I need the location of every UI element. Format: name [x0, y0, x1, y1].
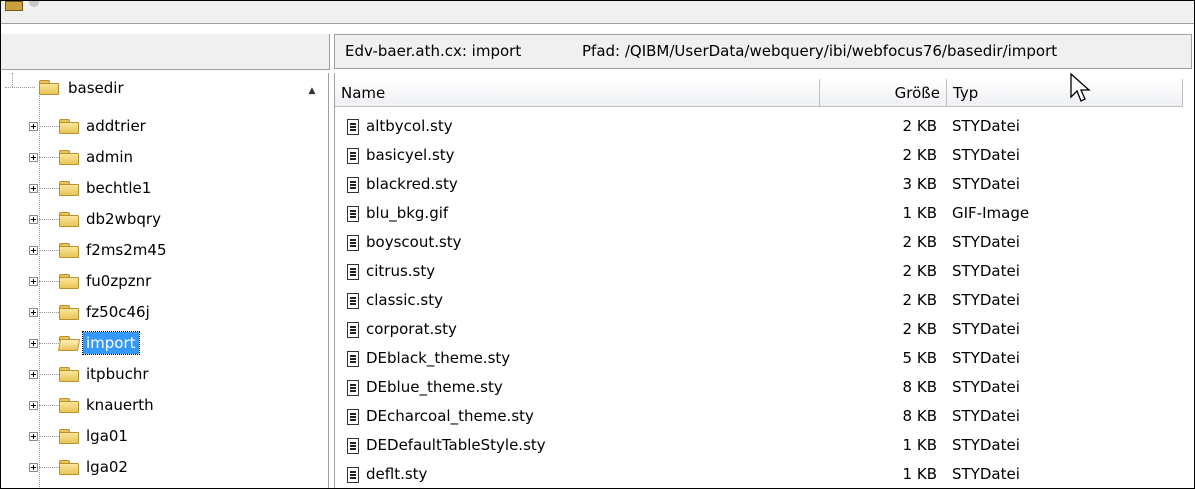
column-header-name[interactable]: Name — [335, 79, 820, 107]
tree-item-f2ms2m45[interactable]: f2ms2m45 — [83, 239, 170, 261]
tree-header — [1, 34, 330, 70]
folder-icon — [59, 181, 79, 196]
tree-item-basedir[interactable]: basedir — [65, 77, 127, 99]
folder-icon — [39, 80, 59, 95]
folder-icon — [59, 119, 79, 134]
expand-toggle-icon[interactable] — [29, 184, 38, 193]
file-type: STYDatei — [952, 407, 1020, 425]
file-row[interactable]: boyscout.sty 2 KB STYDatei — [335, 229, 1193, 258]
file-size: 2 KB — [902, 233, 937, 251]
folder-icon — [59, 398, 79, 413]
expand-toggle-icon[interactable] — [29, 277, 38, 286]
column-header-type[interactable]: Typ — [947, 79, 1183, 107]
file-row[interactable]: deflt.sty 1 KB STYDatei — [335, 461, 1193, 488]
toolbar — [1, 1, 1194, 24]
file-row[interactable]: DEDefaultTableStyle.sty 1 KB STYDatei — [335, 432, 1193, 461]
expand-toggle-icon[interactable] — [29, 246, 38, 255]
file-row[interactable]: DEblue_theme.sty 8 KB STYDatei — [335, 374, 1193, 403]
folder-icon — [59, 243, 79, 258]
toolbar-app-icon[interactable] — [5, 1, 23, 11]
file-type: STYDatei — [952, 262, 1020, 280]
file-size: 1 KB — [902, 465, 937, 483]
ftp-client-window: Edv-baer.ath.cx: import Pfad: /QIBM/User… — [0, 0, 1195, 489]
folder-icon — [59, 460, 79, 475]
toolbar-disc-icon[interactable] — [29, 1, 39, 7]
mouse-cursor-icon — [1070, 73, 1091, 102]
file-size: 2 KB — [902, 146, 937, 164]
expand-toggle-icon[interactable] — [29, 308, 38, 317]
file-row[interactable]: citrus.sty 2 KB STYDatei — [335, 258, 1193, 287]
expand-toggle-icon[interactable] — [29, 339, 38, 348]
tree-item-lga02[interactable]: lga02 — [83, 456, 131, 478]
folder-icon — [59, 274, 79, 289]
folder-tree[interactable]: basedir addtrier admin bechtle1 db2wbqry f2m… — [1, 73, 329, 488]
expand-toggle-icon[interactable] — [29, 463, 38, 472]
expand-toggle-icon[interactable] — [29, 153, 38, 162]
file-size: 2 KB — [902, 117, 937, 135]
file-row[interactable]: basicyel.sty 2 KB STYDatei — [335, 142, 1193, 171]
file-size: 8 KB — [902, 407, 937, 425]
tree-item-db2wbqry[interactable]: db2wbqry — [83, 208, 164, 230]
expand-toggle-icon[interactable] — [29, 122, 38, 131]
expand-toggle-icon[interactable] — [29, 401, 38, 410]
path-label: Pfad: /QIBM/UserData/webquery/ibi/webfoc… — [582, 42, 1058, 60]
tree-item-fz50c46j[interactable]: fz50c46j — [83, 301, 153, 323]
file-size: 1 KB — [902, 436, 937, 454]
file-type: STYDatei — [952, 117, 1020, 135]
expand-toggle-icon[interactable] — [29, 370, 38, 379]
file-type: GIF-Image — [952, 204, 1030, 222]
folder-icon — [59, 150, 79, 165]
file-row[interactable]: classic.sty 2 KB STYDatei — [335, 287, 1193, 316]
tree-item-addtrier[interactable]: addtrier — [83, 115, 149, 137]
file-size: 1 KB — [902, 204, 937, 222]
file-type: STYDatei — [952, 146, 1020, 164]
folder-icon — [59, 367, 79, 382]
tree-item-import[interactable]: import — [82, 331, 140, 355]
tree-item-lga01[interactable]: lga01 — [83, 425, 131, 447]
file-row[interactable]: DEcharcoal_theme.sty 8 KB STYDatei — [335, 403, 1193, 432]
file-type: STYDatei — [952, 175, 1020, 193]
folder-icon — [59, 305, 79, 320]
file-type: STYDatei — [952, 349, 1020, 367]
file-row[interactable]: DEblack_theme.sty 5 KB STYDatei — [335, 345, 1193, 374]
file-row[interactable]: corporat.sty 2 KB STYDatei — [335, 316, 1193, 345]
tree-item-itpbuchr[interactable]: itpbuchr — [83, 363, 152, 385]
tree-item-bechtle1[interactable]: bechtle1 — [83, 177, 154, 199]
tree-item-fu0zpznr[interactable]: fu0zpznr — [83, 270, 154, 292]
file-type: STYDatei — [952, 233, 1020, 251]
path-bar: Edv-baer.ath.cx: import Pfad: /QIBM/User… — [334, 34, 1192, 69]
file-size: 5 KB — [902, 349, 937, 367]
file-size: 2 KB — [902, 291, 937, 309]
file-type: STYDatei — [952, 378, 1020, 396]
file-row[interactable]: altbycol.sty 2 KB STYDatei — [335, 113, 1193, 142]
file-row[interactable]: blackred.sty 3 KB STYDatei — [335, 171, 1193, 200]
file-list[interactable]: Name Größe Typ altbycol.sty 2 KB STYDatei b… — [334, 73, 1193, 488]
open-folder-icon — [57, 336, 81, 351]
file-type: STYDatei — [952, 436, 1020, 454]
file-row[interactable]: blu_bkg.gif 1 KB GIF-Image — [335, 200, 1193, 229]
expand-toggle-icon[interactable] — [29, 215, 38, 224]
file-type: STYDatei — [952, 465, 1020, 483]
file-type: STYDatei — [952, 291, 1020, 309]
column-header-size[interactable]: Größe — [820, 79, 947, 107]
tree-item-knauerth[interactable]: knauerth — [83, 394, 157, 416]
folder-icon — [59, 212, 79, 227]
file-size: 3 KB — [902, 175, 937, 193]
tree-scroll-up-arrow[interactable]: ▲ — [303, 83, 321, 99]
file-size: 2 KB — [902, 262, 937, 280]
expand-toggle-icon[interactable] — [29, 432, 38, 441]
tree-item-admin[interactable]: admin — [83, 146, 136, 168]
file-size: 2 KB — [902, 320, 937, 338]
file-size: 8 KB — [902, 378, 937, 396]
folder-icon — [59, 429, 79, 444]
file-type: STYDatei — [952, 320, 1020, 338]
host-label: Edv-baer.ath.cx: import — [345, 42, 522, 60]
